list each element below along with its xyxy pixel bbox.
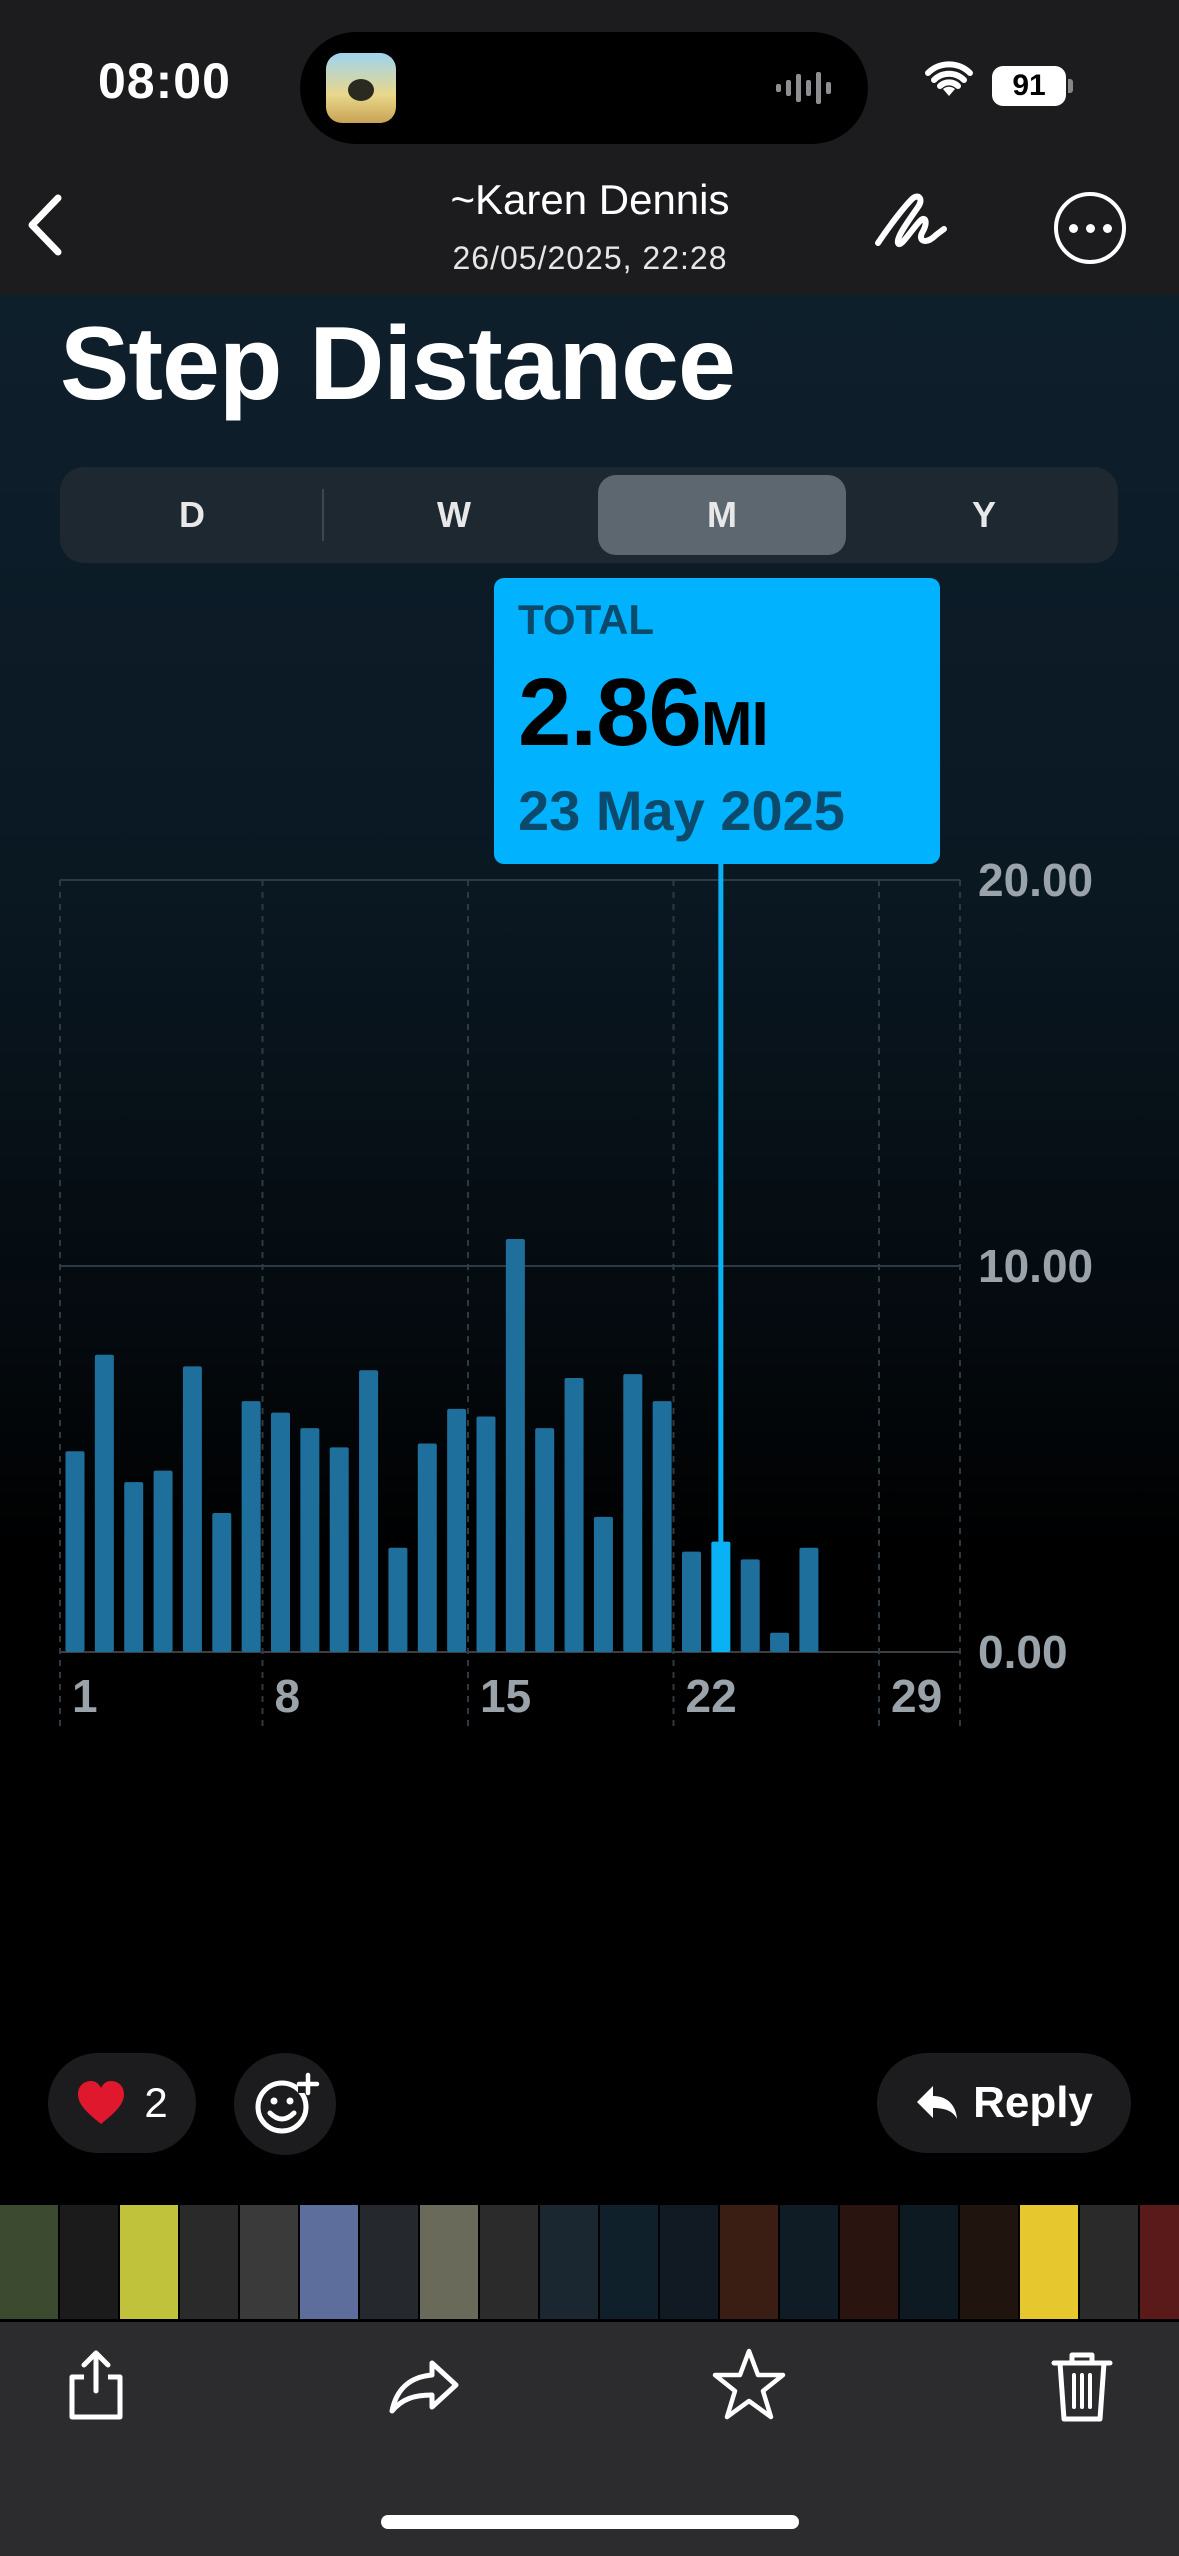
wifi-icon bbox=[925, 61, 973, 96]
callout-value: 2.86MI bbox=[518, 658, 769, 768]
callout-label: TOTAL bbox=[518, 596, 655, 643]
message-timestamp: 26/05/2025, 22:28 bbox=[452, 240, 728, 276]
reaction-count: 2 bbox=[144, 2079, 168, 2126]
bar bbox=[682, 1551, 701, 1652]
dot-icon bbox=[1085, 223, 1095, 233]
thumbnail-item[interactable] bbox=[120, 2205, 178, 2319]
thumbnail-strip[interactable] bbox=[0, 2205, 1179, 2319]
audio-waveform-icon bbox=[776, 72, 831, 104]
callout-date: 23 May 2025 bbox=[518, 779, 845, 842]
segment-year[interactable]: Y bbox=[860, 475, 1108, 555]
thumbnail-item[interactable] bbox=[60, 2205, 118, 2319]
bar bbox=[564, 1377, 584, 1652]
thumbnail-item[interactable] bbox=[240, 2205, 298, 2319]
bar bbox=[153, 1470, 173, 1652]
dot-icon bbox=[1102, 223, 1112, 233]
bar bbox=[271, 1412, 290, 1652]
markup-icon[interactable] bbox=[870, 185, 950, 265]
bar bbox=[300, 1428, 320, 1652]
back-chevron-icon[interactable] bbox=[20, 190, 70, 260]
bar bbox=[447, 1408, 467, 1652]
y-tick-label: 10.00 bbox=[978, 1240, 1093, 1292]
chart-title: Step Distance bbox=[60, 306, 736, 422]
dot-icon bbox=[1068, 223, 1078, 233]
segment-week[interactable]: W bbox=[330, 475, 578, 555]
segment-day[interactable]: D bbox=[68, 475, 316, 555]
x-tick-label: 22 bbox=[686, 1670, 737, 1722]
thumbnail-item[interactable] bbox=[420, 2205, 478, 2319]
thumbnail-item[interactable] bbox=[960, 2205, 1018, 2319]
bar bbox=[476, 1416, 496, 1652]
heart-icon bbox=[78, 2081, 125, 2124]
bar bbox=[652, 1401, 672, 1652]
thumbnail-item[interactable] bbox=[780, 2205, 838, 2319]
trash-icon[interactable] bbox=[1042, 2345, 1122, 2425]
home-indicator[interactable] bbox=[381, 2515, 799, 2529]
thumbnail-item[interactable] bbox=[660, 2205, 718, 2319]
thumbnail-item[interactable] bbox=[900, 2205, 958, 2319]
segment-divider bbox=[322, 489, 324, 541]
callout-number: 2.86 bbox=[518, 659, 702, 766]
bar bbox=[182, 1366, 202, 1652]
bar bbox=[593, 1516, 613, 1652]
total-callout: TOTAL 2.86MI 23 May 2025 bbox=[494, 578, 940, 864]
bar bbox=[535, 1428, 555, 1652]
forward-icon[interactable] bbox=[384, 2345, 464, 2425]
x-tick-label: 1 bbox=[72, 1670, 98, 1722]
thumbnail-item[interactable] bbox=[600, 2205, 658, 2319]
bar bbox=[359, 1370, 379, 1652]
period-segmented-control: D W M Y bbox=[60, 467, 1118, 563]
bar bbox=[65, 1451, 85, 1652]
bar bbox=[241, 1401, 261, 1652]
y-tick-label: 0.00 bbox=[978, 1626, 1068, 1678]
sender-name[interactable]: ~Karen Dennis bbox=[340, 176, 840, 224]
bar bbox=[94, 1354, 114, 1652]
thumbnail-item[interactable] bbox=[1020, 2205, 1078, 2319]
highlighted-bar bbox=[711, 1541, 731, 1652]
x-tick-label: 15 bbox=[480, 1670, 531, 1722]
thumbnail-item[interactable] bbox=[840, 2205, 898, 2319]
bar bbox=[740, 1559, 760, 1652]
thumbnail-item[interactable] bbox=[480, 2205, 538, 2319]
thumbnail-item[interactable] bbox=[180, 2205, 238, 2319]
y-tick-label: 20.00 bbox=[978, 854, 1093, 906]
reaction-badge[interactable]: 2 bbox=[48, 2053, 196, 2153]
x-tick-label: 29 bbox=[891, 1670, 942, 1722]
reply-label: Reply bbox=[973, 2078, 1093, 2127]
bar bbox=[388, 1547, 408, 1652]
battery-indicator: 91 bbox=[992, 66, 1073, 106]
thumbnail-item[interactable] bbox=[540, 2205, 598, 2319]
thumbnail-item[interactable] bbox=[360, 2205, 418, 2319]
bar bbox=[417, 1443, 437, 1652]
thumbnail-item[interactable] bbox=[1140, 2205, 1179, 2319]
callout-unit: MI bbox=[700, 690, 769, 759]
smiley-plus-icon bbox=[255, 2072, 320, 2134]
reply-button[interactable]: Reply bbox=[877, 2053, 1131, 2153]
thumbnail-item[interactable] bbox=[1080, 2205, 1138, 2319]
thumbnail-item[interactable] bbox=[0, 2205, 58, 2319]
bar bbox=[329, 1447, 349, 1652]
bar bbox=[124, 1482, 144, 1652]
bar bbox=[505, 1238, 525, 1652]
bar bbox=[212, 1513, 232, 1652]
more-options-button[interactable] bbox=[1054, 192, 1126, 264]
x-tick-label: 8 bbox=[275, 1670, 301, 1722]
status-time: 08:00 bbox=[98, 53, 231, 109]
bar bbox=[799, 1547, 819, 1652]
reply-arrow-icon bbox=[917, 2086, 958, 2119]
add-reaction-button[interactable] bbox=[234, 2053, 336, 2155]
star-icon[interactable] bbox=[709, 2345, 789, 2425]
share-icon[interactable] bbox=[56, 2345, 136, 2425]
island-app-icon[interactable] bbox=[326, 53, 396, 123]
bar bbox=[623, 1374, 643, 1652]
segment-month[interactable]: M bbox=[598, 475, 846, 555]
thumbnail-item[interactable] bbox=[300, 2205, 358, 2319]
bar bbox=[770, 1632, 790, 1652]
thumbnail-item[interactable] bbox=[720, 2205, 778, 2319]
